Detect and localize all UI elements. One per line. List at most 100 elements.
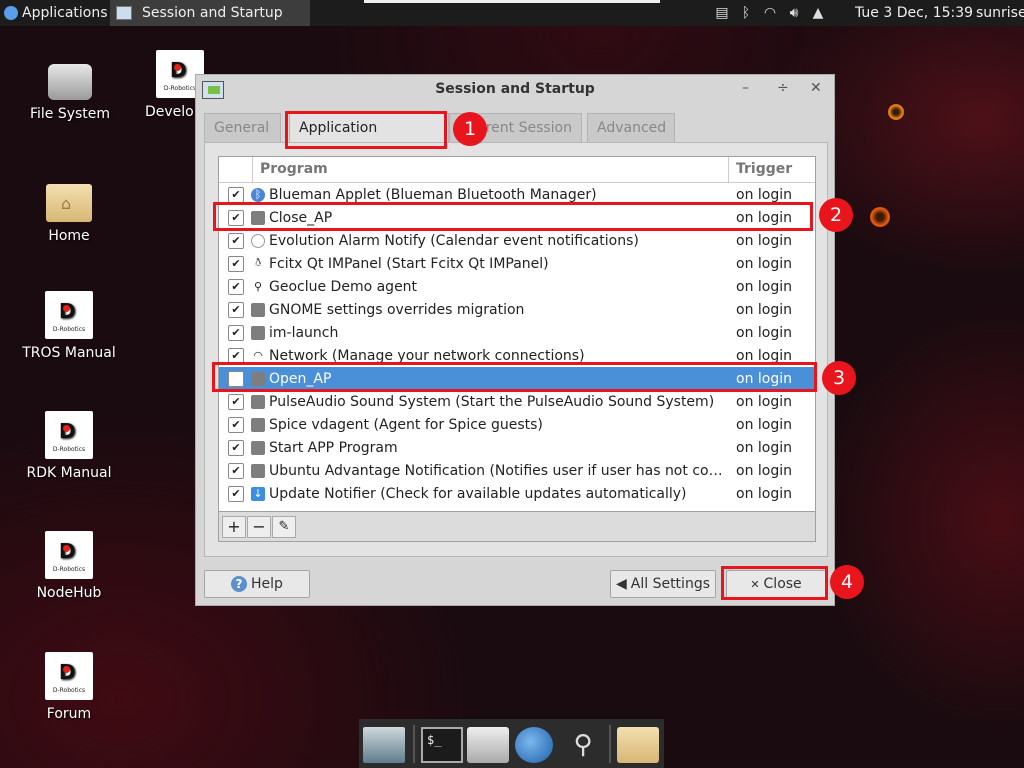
enable-checkbox[interactable]: ✔ — [228, 255, 244, 272]
desktop-icon-label: TROS Manual — [22, 345, 116, 361]
desktop-icon-label: Forum — [46, 706, 92, 722]
annotation-badge: 4 — [830, 565, 864, 599]
desktop-icon-label: NodeHub — [36, 585, 102, 601]
penguin-icon: 🐧︎ — [254, 256, 262, 269]
enable-checkbox[interactable]: ✔ — [228, 439, 244, 456]
dialog-title: Session and Startup — [435, 81, 595, 97]
help-icon: ? — [231, 576, 248, 592]
tab-general[interactable]: General — [204, 113, 281, 143]
desktop-icon-nodehub[interactable]: D D-Robotics NodeHub — [14, 531, 124, 601]
search-icon[interactable]: ⚲ — [565, 727, 601, 763]
trigger-cell: on login — [736, 232, 792, 249]
trigger-cell: on login — [736, 485, 792, 502]
table-row[interactable]: ✔ Ubuntu Advantage Notification (Notifies… — [219, 459, 815, 482]
close-window-button[interactable]: ✕ — [810, 80, 822, 96]
arrow-left-icon: ◀ — [615, 576, 627, 592]
desktop-icon-home[interactable]: ⌂ Home — [14, 176, 124, 244]
tab-advanced[interactable]: Advanced — [587, 113, 675, 143]
volume-icon[interactable]: 🔊︎ — [786, 5, 802, 21]
terminal-icon[interactable]: $_ — [421, 727, 463, 763]
program-cell: PulseAudio Sound System (Start the Pulse… — [269, 393, 715, 410]
d-robotics-logo-icon: D D-Robotics — [45, 531, 93, 579]
desktop-icon-file-system[interactable]: File System — [15, 56, 125, 122]
home-folder-icon[interactable] — [467, 727, 509, 763]
gear-icon — [251, 417, 265, 432]
desktop-icon-label: RDK Manual — [26, 465, 112, 481]
clock[interactable]: Tue 3 Dec, 15:39 — [855, 0, 973, 26]
table-row[interactable]: ✔ 🐧︎ Fcitx Qt IMPanel (Start Fcitx Qt IMPa… — [219, 252, 815, 275]
program-column-header[interactable]: Program — [253, 157, 729, 182]
bluetooth-icon[interactable]: ᛒ — [738, 5, 754, 21]
enable-checkbox[interactable]: ✔ — [228, 232, 244, 249]
show-desktop-icon[interactable] — [363, 727, 405, 763]
enable-checkbox[interactable]: ✔ — [228, 324, 244, 341]
list-toolbar: + − ✎ — [218, 512, 816, 542]
wifi-icon: ◠ — [253, 349, 263, 362]
wifi-icon[interactable]: ◠ — [762, 5, 778, 21]
trigger-cell: on login — [736, 186, 792, 203]
taskbar-title: Session and Startup — [142, 5, 283, 21]
table-row[interactable]: ✔ im-launch on login — [219, 321, 815, 344]
web-browser-icon[interactable] — [515, 727, 553, 763]
gear-icon — [251, 463, 265, 478]
edit-entry-button[interactable]: ✎ — [272, 516, 296, 538]
program-cell: Ubuntu Advantage Notification (Notifies … — [269, 462, 729, 479]
applications-menu[interactable]: Applications ⋮ — [0, 0, 126, 26]
minimize-button[interactable]: – — [742, 80, 749, 96]
folder-icon[interactable] — [617, 727, 659, 763]
table-row[interactable]: ✔ ⚲ Geoclue Demo agent on login — [219, 275, 815, 298]
annotation-highlight-close-button — [721, 566, 828, 600]
program-cell: Evolution Alarm Notify (Calendar event n… — [269, 232, 639, 249]
list-header: Program Trigger — [219, 157, 815, 183]
desktop-icon-label: Home — [48, 228, 90, 244]
add-entry-button[interactable]: + — [222, 516, 246, 538]
download-icon: ↓ — [251, 486, 265, 501]
d-robotics-logo-icon: D D-Robotics — [45, 652, 93, 700]
trigger-cell: on login — [736, 278, 792, 295]
enable-checkbox[interactable]: ✔ — [228, 186, 244, 203]
applications-label: Applications — [22, 5, 108, 21]
table-row[interactable]: ✔ Evolution Alarm Notify (Calendar event … — [219, 229, 815, 252]
table-row[interactable]: ✔ GNOME settings overrides migration on lo… — [219, 298, 815, 321]
xfce-logo-icon — [4, 6, 18, 20]
table-row[interactable]: ✔ Start APP Program on login — [219, 436, 815, 459]
enable-checkbox[interactable]: ✔ — [228, 278, 244, 295]
trigger-cell: on login — [736, 393, 792, 410]
enable-checkbox[interactable]: ✔ — [228, 393, 244, 410]
annotation-badge: 3 — [822, 361, 856, 395]
trigger-cell: on login — [736, 301, 792, 318]
gear-icon — [251, 394, 265, 409]
keyboard-input-icon[interactable]: ▤ — [714, 5, 730, 21]
program-cell: Geoclue Demo agent — [269, 278, 418, 295]
program-cell: Start APP Program — [269, 439, 398, 456]
enable-checkbox[interactable]: ✔ — [228, 485, 244, 502]
home-folder-icon: ⌂ — [46, 184, 92, 222]
top-panel: Applications ⋮ Session and Startup ▤ ᛒ ◠… — [0, 0, 1024, 26]
help-label: Help — [251, 576, 283, 592]
table-row[interactable]: ✔ ↓ Update Notifier (Check for available u… — [219, 482, 815, 505]
user-menu[interactable]: sunrise — [976, 0, 1024, 26]
title-bar[interactable]: Session and Startup – ÷ ✕ — [196, 75, 834, 105]
bluetooth-icon: ᛒ — [251, 187, 265, 202]
trigger-cell: on login — [736, 439, 792, 456]
all-settings-button[interactable]: ◀ All Settings — [610, 570, 716, 598]
trigger-cell: on login — [736, 255, 792, 272]
annotation-badge: 2 — [819, 198, 853, 232]
enable-checkbox[interactable]: ✔ — [228, 416, 244, 433]
enable-checkbox[interactable]: ✔ — [228, 301, 244, 318]
remove-entry-button[interactable]: − — [247, 516, 271, 538]
taskbar-session-startup[interactable]: Session and Startup — [110, 0, 310, 26]
enable-checkbox[interactable]: ✔ — [228, 462, 244, 479]
help-button[interactable]: ? Help — [204, 570, 310, 598]
location-pin-icon: ⚲ — [253, 280, 263, 293]
table-row[interactable]: ✔ Spice vdagent (Agent for Spice guests) o… — [219, 413, 815, 436]
d-robotics-logo-icon: D D-Robotics — [45, 291, 93, 339]
desktop-icon-tros-manual[interactable]: D D-Robotics TROS Manual — [14, 291, 124, 361]
trigger-column-header[interactable]: Trigger — [729, 157, 815, 182]
enabled-column-header — [219, 157, 253, 182]
table-row[interactable]: ✔ PulseAudio Sound System (Start the Puls… — [219, 390, 815, 413]
desktop-icon-forum[interactable]: D D-Robotics Forum — [14, 652, 124, 722]
maximize-button[interactable]: ÷ — [777, 80, 789, 96]
desktop-icon-rdk-manual[interactable]: D D-Robotics RDK Manual — [14, 411, 124, 481]
notification-bell-icon[interactable]: ▲ — [810, 5, 826, 21]
